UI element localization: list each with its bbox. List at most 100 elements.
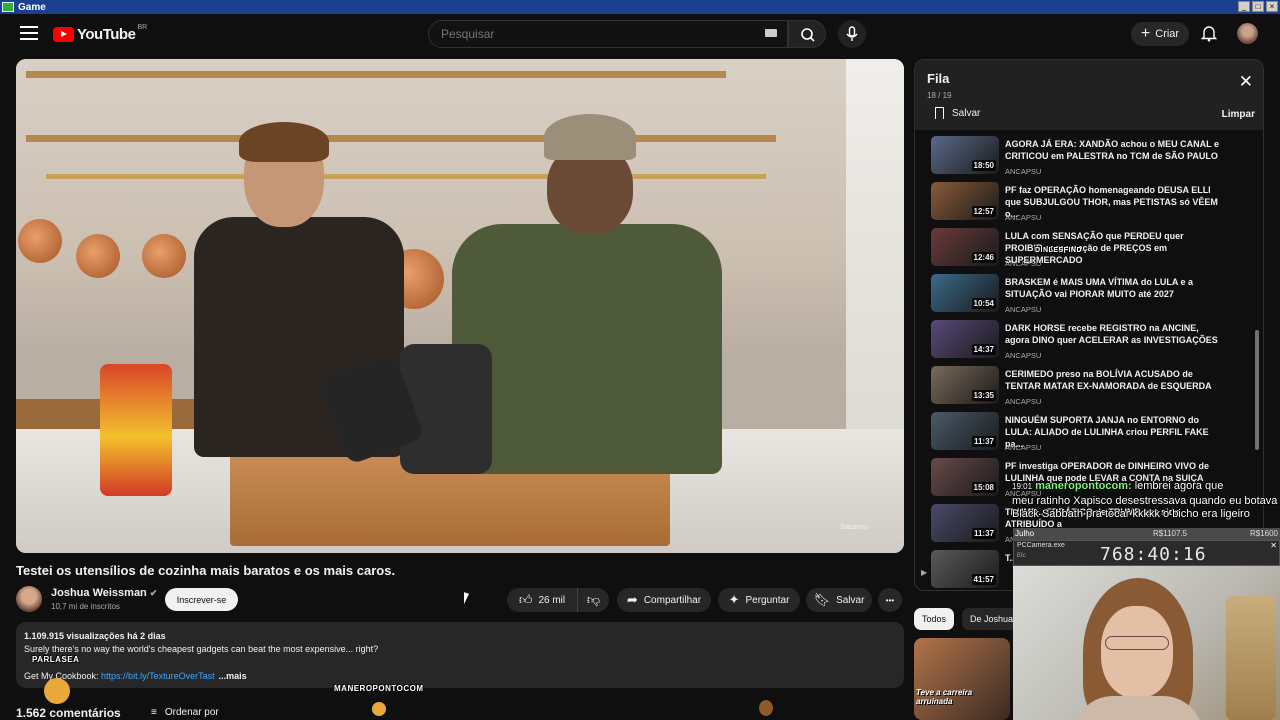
queue-item-thumbnail[interactable]: 11:37 <box>931 504 999 542</box>
queue-item[interactable]: 13:35 CERIMEDO preso na BOLÍVIA ACUSADO d… <box>931 366 1251 410</box>
search-icon <box>801 28 815 42</box>
queue-item-thumbnail[interactable]: 18:50 <box>931 136 999 174</box>
search-button[interactable] <box>788 20 826 48</box>
more-actions-button[interactable]: ••• <box>878 588 902 612</box>
queue-item-title[interactable]: DARK HORSE recebe REGISTRO na ANCINE, ag… <box>1005 322 1221 346</box>
youtube-logo[interactable]: YouTube BR <box>53 24 147 43</box>
plus-icon: + <box>1140 25 1151 42</box>
streamer-face <box>1101 606 1173 698</box>
queue-save-button[interactable]: Salvar <box>935 107 980 119</box>
search-input[interactable] <box>429 21 749 47</box>
sparkle-icon: ✦ <box>728 592 740 607</box>
queue-item-channel: ANCAPSU <box>1005 305 1042 314</box>
subscriber-count: 10,7 mi de inscritos <box>51 602 120 611</box>
notifications-bell-icon[interactable] <box>1201 24 1217 42</box>
pot <box>18 219 62 263</box>
tab-all[interactable]: Todos <box>914 608 955 630</box>
queue-item[interactable]: 10:54 BRASKEM é MAIS UMA VÍTIMA do LULA e… <box>931 274 1251 318</box>
thumbnail-caption: Teve a carreira arruinada <box>916 688 973 706</box>
queue-item-duration: 15:08 <box>971 482 996 493</box>
like-count: 26 mil <box>538 594 566 606</box>
queue-item-title[interactable]: CERIMEDO preso na BOLÍVIA ACUSADO de TEN… <box>1005 368 1221 392</box>
queue-item-duration: 13:35 <box>971 390 996 401</box>
related-video-thumbnail[interactable]: Teve a carreira arruinada <box>914 638 1010 720</box>
queue-item-thumbnail[interactable]: 14:37 <box>931 320 999 358</box>
minimize-icon[interactable]: _ <box>1238 1 1250 12</box>
queue-clear-button[interactable]: Limpar <box>1222 109 1255 120</box>
channel-avatar[interactable] <box>16 586 42 612</box>
share-button[interactable]: ➦ Compartilhar <box>617 588 711 612</box>
queue-save-label: Salvar <box>952 107 981 119</box>
queue-item[interactable]: 12:57 PF faz OPERAÇÃO homenageando DEUSA … <box>931 182 1251 226</box>
sort-icon: ≡ <box>151 707 157 718</box>
keyboard-icon[interactable] <box>765 29 777 37</box>
queue-item-thumbnail[interactable]: 41:57 <box>931 550 999 588</box>
like-button[interactable]: 👍︎ 26 mil <box>507 588 577 612</box>
streamer-glasses <box>1105 636 1169 650</box>
queue-item-channel: ANCAPSU <box>1005 167 1042 176</box>
save-button[interactable]: 🔖︎ Salvar <box>806 588 872 612</box>
queue-item-thumbnail[interactable]: 11:37 <box>931 412 999 450</box>
queue-item-title[interactable]: BRASKEM é MAIS UMA VÍTIMA do LULA e a SI… <box>1005 276 1221 300</box>
create-button[interactable]: + Criar <box>1131 22 1189 46</box>
chat-message: 19:01 maneropontocom: lembrei agora que <box>1012 480 1223 492</box>
queue-item-duration: 11:37 <box>971 436 996 447</box>
show-more-link[interactable]: ...mais <box>219 671 247 681</box>
masthead: YouTube BR + Criar <box>0 14 1280 54</box>
maximize-icon[interactable]: □ <box>1252 1 1264 12</box>
chat-message: Black Sabbath pra tocar kkkkk o bicho er… <box>1012 508 1250 520</box>
host-right <box>452 114 722 474</box>
view-count-date: 1.109.915 visualizações há 2 dias <box>24 631 166 641</box>
sort-comments-button[interactable]: ≡ Ordenar por <box>151 707 219 718</box>
close-icon[interactable]: ✕ <box>1239 72 1253 92</box>
overlay-text: DINLESFIND <box>1035 247 1082 254</box>
queue-item-thumbnail[interactable]: 12:57 <box>931 182 999 220</box>
cookbook-link[interactable]: https://bit.ly/TextureOverTast <box>101 671 215 681</box>
account-avatar[interactable] <box>1237 23 1258 44</box>
description-box[interactable]: 1.109.915 visualizações há 2 dias Surely… <box>16 622 904 688</box>
queue-item-thumbnail[interactable]: 10:54 <box>931 274 999 312</box>
pot <box>142 234 186 278</box>
window-titlebar: Game _ □ × <box>0 0 1280 14</box>
queue-item-thumbnail[interactable]: 13:35 <box>931 366 999 404</box>
duck-sprite-icon <box>759 700 773 716</box>
description-line: Surely there's no way the world's cheape… <box>24 644 379 654</box>
queue-item[interactable]: 18:50 AGORA JÁ ERA: XANDÃO achou o MEU CA… <box>931 136 1251 180</box>
pot <box>76 234 120 278</box>
split-goal: R$1600 <box>1249 529 1278 538</box>
now-playing-icon: ▶ <box>921 568 928 577</box>
queue-item-title[interactable]: AGORA JÁ ERA: XANDÃO achou o MEU CANAL e… <box>1005 138 1221 162</box>
queue-item[interactable]: 14:37 DARK HORSE recebe REGISTRO na ANCIN… <box>931 320 1251 364</box>
video-player[interactable]: Sabatino <box>16 59 904 553</box>
queue-item[interactable]: 12:46 LULA com SENSAÇÃO que PERDEU quer P… <box>931 228 1251 272</box>
kitchen-window <box>846 59 904 459</box>
share-icon: ➦ <box>626 592 638 607</box>
dislike-button[interactable]: 👎︎ <box>577 588 609 612</box>
voice-search-button[interactable] <box>838 20 866 48</box>
duck-sprite-icon <box>372 702 386 716</box>
queue-item[interactable]: 11:37 NINGUÉM SUPORTA JANJA no ENTORNO do… <box>931 412 1251 456</box>
split-value: R$1107.5 <box>1153 529 1188 538</box>
timer-window: PCCamera.exe Etc 768:40:16 ✕ <box>1013 540 1280 566</box>
queue-item-thumbnail[interactable]: 15:08 <box>931 458 999 496</box>
window-controls: _ □ × <box>1238 1 1278 12</box>
chat-username: maneropontocom: <box>1035 480 1132 492</box>
queue-scrollbar[interactable] <box>1255 330 1259 450</box>
queue-item-thumbnail[interactable]: 12:46 <box>931 228 999 266</box>
ask-button[interactable]: ✦ Perguntar <box>718 588 800 612</box>
queue-item-channel: ANCAPSU <box>1005 351 1042 360</box>
channel-name-text: Joshua Weissman <box>51 587 147 599</box>
thumbs-down-icon: 👎︎ <box>586 592 601 607</box>
close-window-icon[interactable]: × <box>1266 1 1278 12</box>
queue-item-duration: 41:57 <box>971 574 996 585</box>
timer-window-menu: Etc <box>1017 553 1026 559</box>
queue-title: Fila <box>927 71 950 86</box>
queue-header: Fila 18 / 19 ✕ Salvar Limpar <box>915 60 1263 130</box>
mouse-cursor-icon <box>464 592 469 606</box>
channel-name[interactable]: Joshua Weissman ✔ <box>51 587 157 599</box>
bookmark-icon: 🔖︎ <box>813 592 831 607</box>
menu-icon[interactable] <box>20 26 38 40</box>
subscribe-button[interactable]: Inscrever-se <box>165 588 238 611</box>
queue-item-duration: 11:37 <box>971 528 996 539</box>
close-icon[interactable]: ✕ <box>1270 541 1277 550</box>
